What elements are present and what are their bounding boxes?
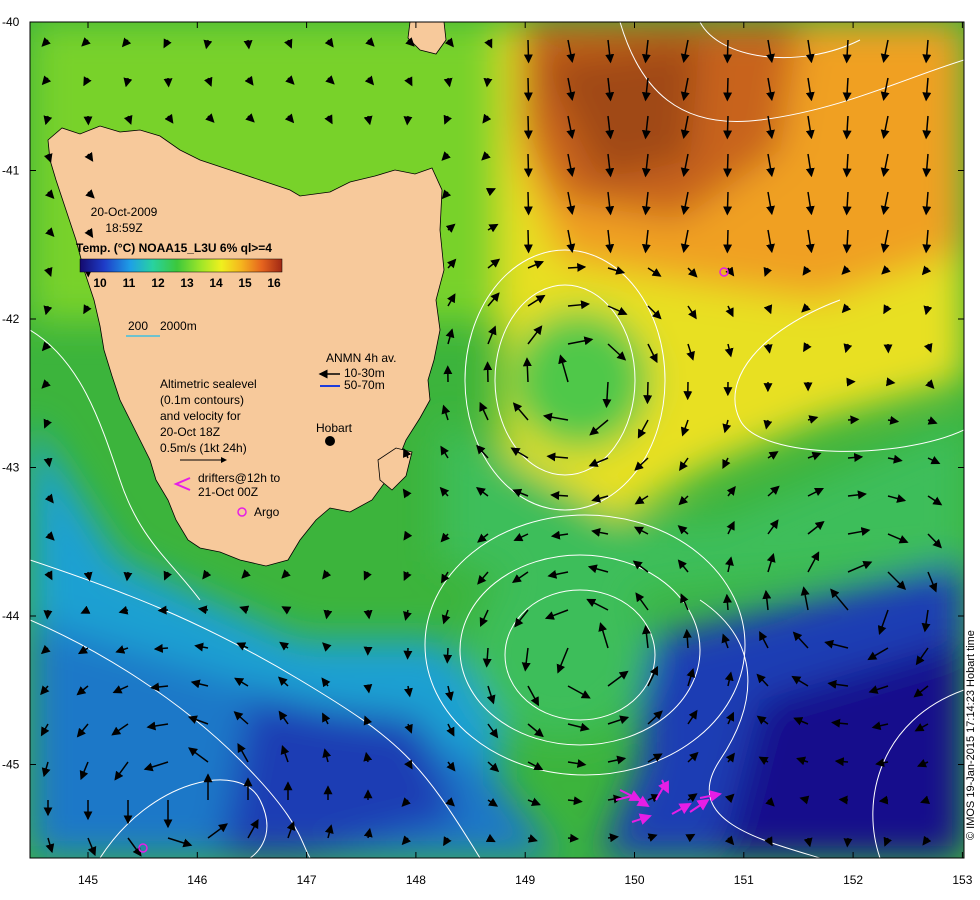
- x-tick-label: 146: [187, 873, 207, 887]
- time-label: 18:59Z: [105, 221, 142, 235]
- velocity-arrow: [723, 191, 733, 216]
- velocity-arrow: [723, 39, 733, 64]
- velocity-arrow: [643, 381, 653, 405]
- y-tick-label: -40: [2, 15, 20, 29]
- velocity-arrow: [523, 115, 533, 140]
- velocity-arrow: [847, 415, 860, 425]
- velocity-arrow: [363, 683, 373, 694]
- drifters-line-2: 21-Oct 00Z: [198, 485, 258, 499]
- isobath-200-label: 200: [128, 319, 148, 333]
- velocity-arrow: [723, 115, 733, 140]
- colorbar-tick-label: 16: [267, 276, 281, 290]
- x-tick-label: 153: [952, 873, 972, 887]
- velocity-arrow: [483, 77, 493, 88]
- x-tick-label: 148: [406, 873, 426, 887]
- colorbar: [79, 258, 283, 273]
- credit-text: © IMOS 19-Jan-2015 17:14:23 Hobart time: [965, 630, 977, 840]
- velocity-arrow: [443, 647, 453, 664]
- x-tick-label: 151: [734, 873, 754, 887]
- velocity-arrow: [523, 191, 533, 216]
- velocity-arrow: [153, 643, 169, 653]
- velocity-arrow: [243, 39, 253, 50]
- altimetry-line-2: (0.1m contours): [160, 393, 244, 407]
- isobath-2000-label: 2000m: [160, 319, 197, 333]
- velocity-arrow: [567, 262, 587, 272]
- velocity-arrow: [523, 229, 533, 254]
- x-tick-label: 149: [515, 873, 535, 887]
- hobart-label: Hobart: [316, 421, 353, 435]
- colorbar-tick-label: 10: [93, 276, 107, 290]
- velocity-arrow: [723, 77, 733, 102]
- velocity-arrow: [550, 490, 569, 500]
- colorbar-title: Temp. (°C) NOAA15_L3U 6% ql>=4: [76, 241, 272, 255]
- velocity-arrow: [163, 77, 173, 88]
- velocity-arrow: [843, 837, 853, 848]
- colorbar-tick-label: 15: [238, 276, 252, 290]
- y-tick-label: -44: [2, 609, 20, 623]
- velocity-arrow: [43, 609, 53, 620]
- y-tick-label: -42: [2, 312, 20, 326]
- y-tick-label: -45: [2, 758, 20, 772]
- velocity-arrow: [723, 153, 733, 178]
- x-tick-label: 152: [843, 873, 863, 887]
- velocity-arrow: [523, 153, 533, 178]
- argo-label: Argo: [254, 505, 280, 519]
- x-tick-label: 150: [624, 873, 644, 887]
- velocity-arrow: [723, 229, 733, 254]
- colorbar-tick-label: 14: [209, 276, 223, 290]
- velocity-arrow: [403, 115, 413, 126]
- colorbar-tick-label: 12: [151, 276, 165, 290]
- hobart-marker: [325, 436, 335, 446]
- y-tick-label: -43: [2, 461, 20, 475]
- colorbar-tick-label: 11: [123, 276, 136, 290]
- sst-map: 145 146 147 148 149 150 151 152 153 -40 -41 -42 -43 -…: [2, 15, 977, 887]
- drifters-line-1: drifters@12h to: [198, 471, 281, 485]
- velocity-arrow: [157, 605, 169, 615]
- anmn-deep-label: 50-70m: [344, 378, 385, 392]
- y-tick-label: -41: [2, 164, 20, 178]
- velocity-arrow: [567, 833, 580, 843]
- altimetry-line-1: Altimetric sealevel: [160, 377, 257, 391]
- date-label: 20-Oct-2009: [91, 205, 158, 219]
- velocity-arrow: [834, 757, 849, 767]
- colorbar-tick-label: 13: [180, 276, 194, 290]
- x-tick-label: 145: [78, 873, 98, 887]
- velocity-arrow: [523, 39, 533, 64]
- velocity-arrow: [522, 357, 532, 383]
- altimetry-line-3: and velocity for: [160, 409, 241, 423]
- altimetry-line-4: 20-Oct 18Z: [160, 425, 220, 439]
- x-tick-label: 147: [297, 873, 317, 887]
- velocity-arrow: [885, 377, 896, 387]
- velocity-arrow: [523, 77, 533, 102]
- velocity-arrow: [123, 571, 133, 582]
- altimetry-line-5: 0.5m/s (1kt 24h): [160, 441, 247, 455]
- anmn-title: ANMN 4h av.: [326, 351, 396, 365]
